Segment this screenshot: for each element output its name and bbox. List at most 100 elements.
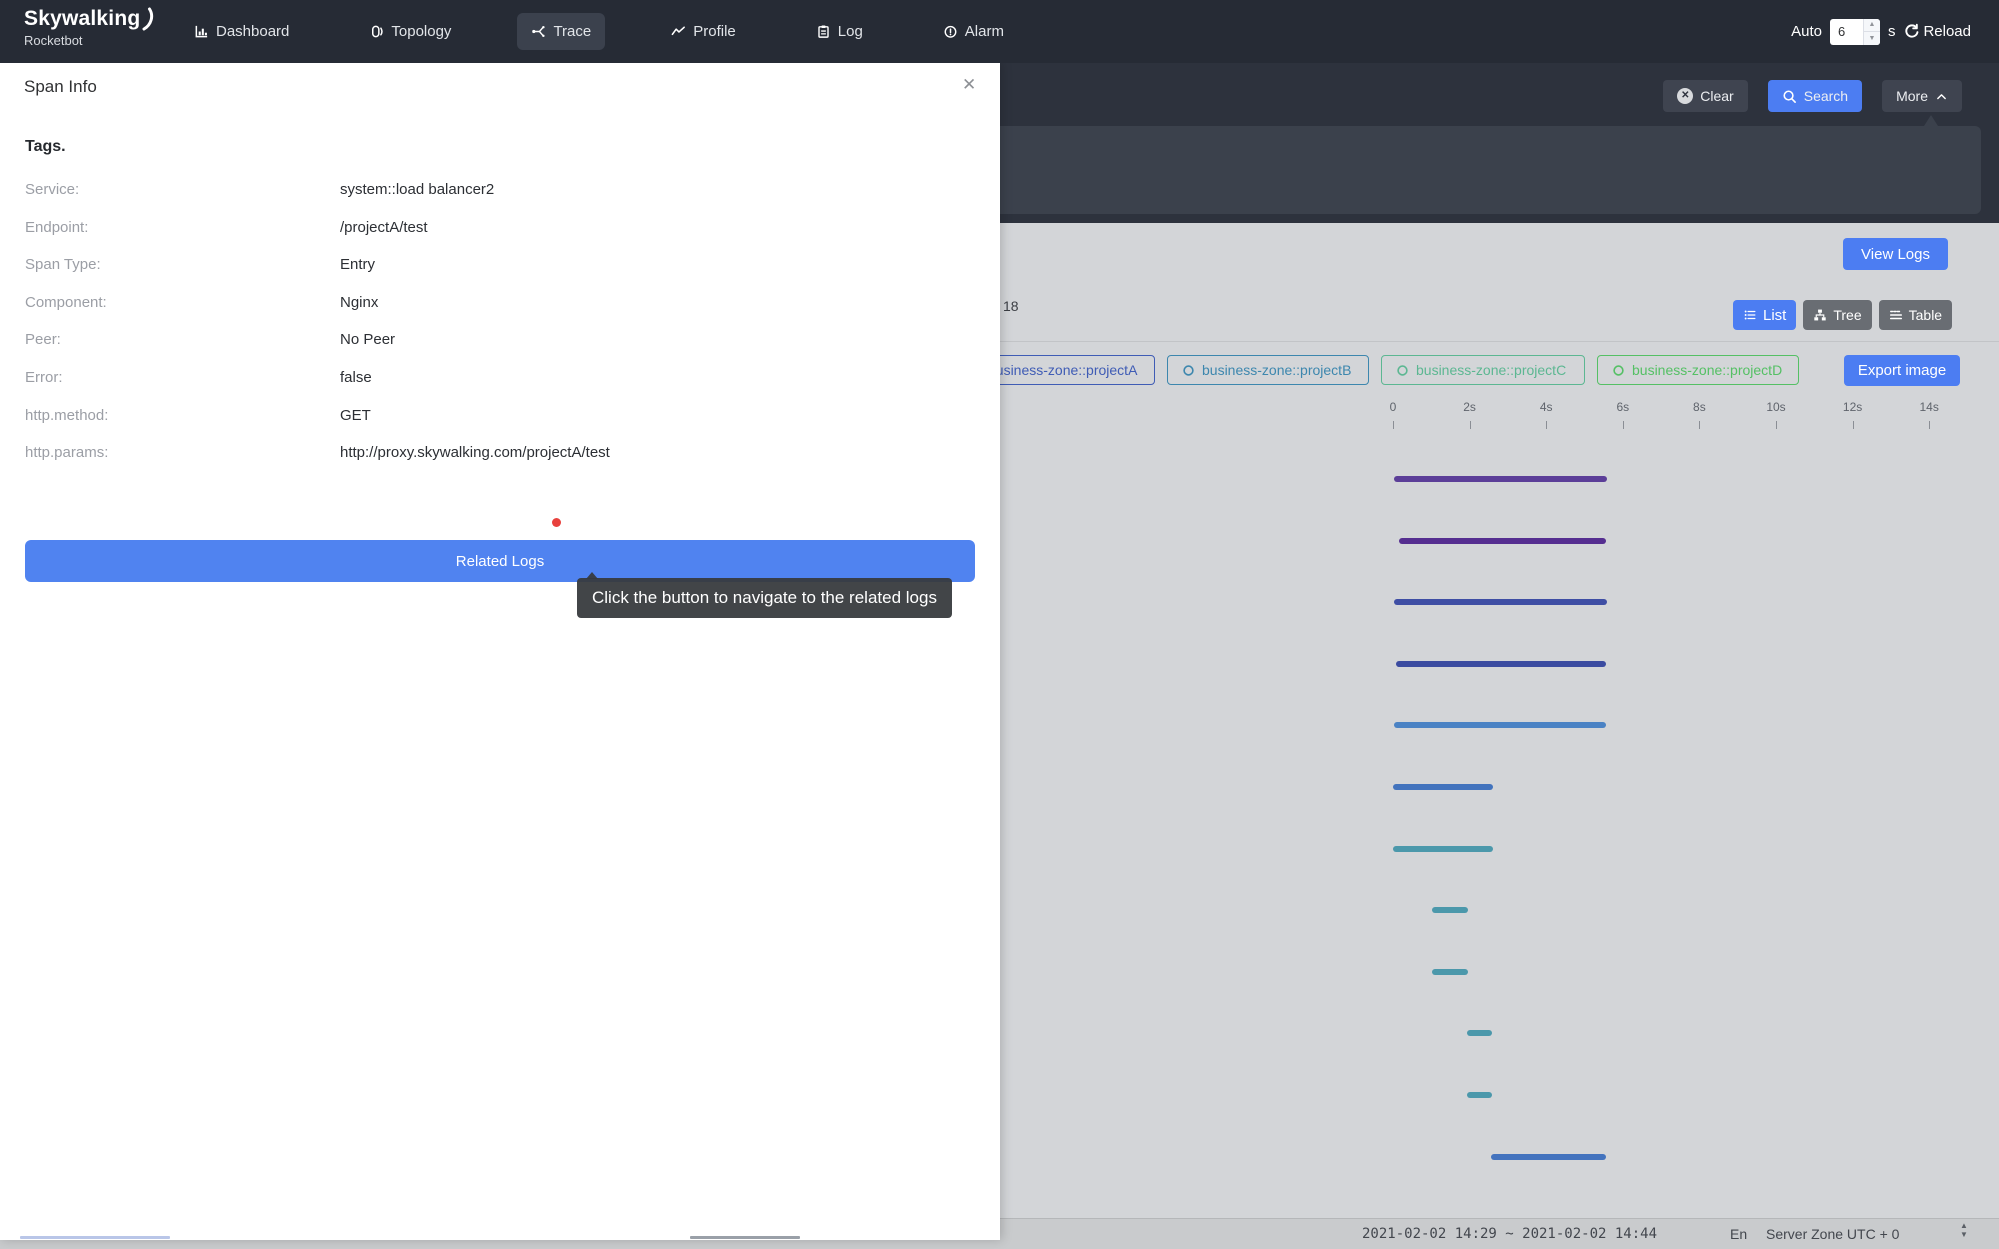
trace-span-bar[interactable] <box>1399 538 1606 544</box>
trace-span-bar[interactable] <box>1467 1030 1492 1036</box>
more-label: More <box>1896 88 1928 104</box>
service-tag-projectC[interactable]: business-zone::projectC <box>1381 355 1585 385</box>
trace-span-bar[interactable] <box>1432 969 1468 975</box>
related-logs-tooltip: Click the button to navigate to the rela… <box>577 578 952 618</box>
export-image-button[interactable]: Export image <box>1844 355 1960 386</box>
trace-span-bar[interactable] <box>1393 846 1493 852</box>
reload-button[interactable]: Reload <box>1903 23 1971 40</box>
clipped-content-fragment <box>690 1236 800 1239</box>
span-detail-row: Error: false <box>0 369 1000 389</box>
detail-label: http.params: <box>25 444 108 461</box>
nav-item-label: Log <box>838 23 863 40</box>
view-mode-list-button[interactable]: List <box>1733 300 1796 330</box>
stepper-down-icon[interactable]: ▼ <box>1864 32 1880 45</box>
more-panel-arrow <box>1924 115 1938 126</box>
main-nav: Dashboard Topology Trace Profile Log Alarm <box>180 0 1018 63</box>
trace-span-bar[interactable] <box>1432 907 1468 913</box>
nav-item-dashboard[interactable]: Dashboard <box>180 13 303 50</box>
stepper-up-icon[interactable]: ▲ <box>1864 19 1880 33</box>
related-logs-button[interactable]: Related Logs <box>25 540 975 582</box>
clear-button[interactable]: ✕ Clear <box>1663 80 1747 112</box>
view-logs-button[interactable]: View Logs <box>1843 238 1948 270</box>
view-mode-table-button[interactable]: Table <box>1879 300 1952 330</box>
nav-item-topology[interactable]: Topology <box>355 13 465 50</box>
view-mode-label: Tree <box>1833 307 1861 323</box>
axis-tick-label: 14s <box>1920 400 1939 414</box>
service-tag-projectB[interactable]: business-zone::projectB <box>1167 355 1369 385</box>
trace-span-bar[interactable] <box>1396 661 1607 667</box>
zone-stepper[interactable]: ▲▼ <box>1960 1222 1968 1239</box>
detail-value: /projectA/test <box>340 219 428 236</box>
trace-span-bar[interactable] <box>1394 722 1606 728</box>
detail-label: Error: <box>25 369 63 386</box>
axis-tick-mark <box>1623 421 1624 429</box>
nav-item-alarm[interactable]: Alarm <box>929 13 1018 50</box>
service-tag-projectD[interactable]: business-zone::projectD <box>1597 355 1799 385</box>
app-logo: Skywalking Rocketbot <box>24 7 155 48</box>
auto-reload-controls: Auto 6 ▲▼ s Reload <box>1791 0 1971 63</box>
auto-interval-input[interactable]: 6 ▲▼ <box>1830 19 1880 45</box>
circle-icon <box>1612 364 1625 377</box>
axis-tick-label: 8s <box>1693 400 1706 414</box>
trace-span-bar[interactable] <box>1394 476 1607 482</box>
nav-item-label: Topology <box>391 23 451 40</box>
span-detail-row: Peer: No Peer <box>0 331 1000 351</box>
language-selector[interactable]: En <box>1730 1226 1747 1242</box>
log-icon <box>816 24 831 39</box>
nav-item-trace[interactable]: Trace <box>517 13 605 50</box>
circle-icon <box>1396 364 1409 377</box>
zone-stepper-down-icon[interactable]: ▼ <box>1960 1231 1968 1239</box>
detail-label: http.method: <box>25 407 108 424</box>
trace-span-bar[interactable] <box>1467 1092 1492 1098</box>
detail-value: Nginx <box>340 294 378 311</box>
zone-stepper-up-icon[interactable]: ▲ <box>1960 1222 1968 1230</box>
axis-tick-mark <box>1853 421 1854 429</box>
filter-buttons: ✕ Clear Search More <box>1663 80 1962 112</box>
view-mode-tree-button[interactable]: Tree <box>1803 300 1871 330</box>
auto-interval-stepper[interactable]: ▲▼ <box>1863 19 1880 45</box>
detail-label: Component: <box>25 294 107 311</box>
detail-value: GET <box>340 407 371 424</box>
trace-span-bar[interactable] <box>1491 1154 1606 1160</box>
search-button[interactable]: Search <box>1768 80 1862 112</box>
detail-label: Peer: <box>25 331 61 348</box>
nav-item-label: Profile <box>693 23 736 40</box>
close-icon[interactable]: ✕ <box>962 75 976 95</box>
axis-tick-label: 4s <box>1540 400 1553 414</box>
nav-item-log[interactable]: Log <box>802 13 877 50</box>
table-icon <box>1889 308 1903 322</box>
axis-tick-label: 2s <box>1463 400 1476 414</box>
trace-span-bar[interactable] <box>1394 599 1607 605</box>
span-detail-row: Component: Nginx <box>0 294 1000 314</box>
more-filters-panel <box>990 126 1981 214</box>
clear-label: Clear <box>1700 88 1733 104</box>
auto-interval-value[interactable]: 6 <box>1830 24 1863 39</box>
tooltip-anchor-dot <box>552 518 561 527</box>
modal-title: Span Info <box>24 77 97 97</box>
dashboard-icon <box>194 24 209 39</box>
view-mode-label: Table <box>1909 307 1942 323</box>
axis-tick-label: 12s <box>1843 400 1862 414</box>
detail-value: No Peer <box>340 331 395 348</box>
topology-icon <box>369 24 384 39</box>
tags-section-title: Tags. <box>25 138 66 156</box>
span-detail-row: http.params:http://proxy.skywalking.com/… <box>0 444 1000 464</box>
axis-tick-mark <box>1546 421 1547 429</box>
nav-item-profile[interactable]: Profile <box>657 13 750 50</box>
time-range-text: 2021-02-02 14:29 ~ 2021-02-02 14:44 <box>1362 1226 1657 1242</box>
brand-subtitle: Rocketbot <box>24 33 155 48</box>
clipped-timestamp-text: 18 <box>1003 298 1019 314</box>
auto-label: Auto <box>1791 23 1822 40</box>
nav-item-label: Dashboard <box>216 23 289 40</box>
trace-icon <box>531 24 546 39</box>
detail-label: Span Type: <box>25 256 101 273</box>
more-button[interactable]: More <box>1882 80 1962 112</box>
profile-icon <box>671 24 686 39</box>
trace-span-bar[interactable] <box>1393 784 1493 790</box>
search-icon <box>1782 89 1797 104</box>
alarm-icon <box>943 24 958 39</box>
detail-value: false <box>340 369 372 386</box>
navbar: Skywalking Rocketbot Dashboard Topology Tr… <box>0 0 1999 63</box>
reload-icon <box>1903 23 1920 40</box>
circle-icon <box>1182 364 1195 377</box>
